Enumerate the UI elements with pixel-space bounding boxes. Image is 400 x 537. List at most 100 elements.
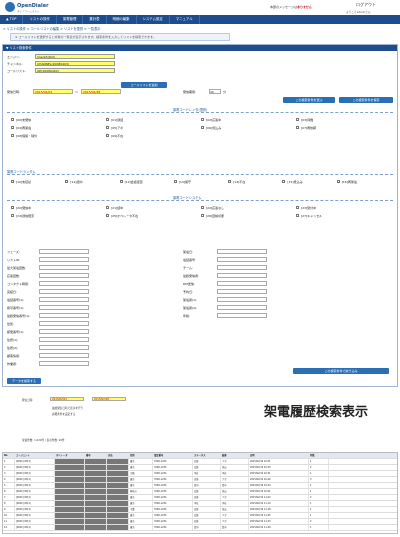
date-from-input[interactable]: 2015/02/01 <box>33 89 73 94</box>
code-checkbox[interactable] <box>282 180 286 183</box>
table-cell: 1 <box>3 459 15 464</box>
channel-select[interactable]: CHANNEL(20080403) <box>35 61 115 66</box>
code-checkbox[interactable] <box>296 126 299 129</box>
code-checkbox[interactable] <box>296 118 299 121</box>
table-cell: 12 <box>3 525 15 530</box>
run-search-button[interactable]: データを検索する <box>7 378 41 384</box>
code-checkbox[interactable] <box>65 180 69 183</box>
field-input[interactable] <box>39 297 89 302</box>
table-cell: 2015/02/12 11:10 <box>249 501 309 506</box>
code-checkbox[interactable] <box>106 206 109 209</box>
code-checkbox[interactable] <box>106 118 109 121</box>
code-label: [22]応答なし <box>206 205 225 210</box>
table-cell <box>85 483 107 488</box>
field-input[interactable] <box>39 321 89 326</box>
code-label: [15]見込み <box>287 179 303 184</box>
code-checkbox[interactable] <box>201 206 204 209</box>
field-input[interactable] <box>39 289 89 294</box>
table-cell: 応答 <box>193 513 221 518</box>
code-checkbox[interactable] <box>11 134 14 137</box>
table-cell: Y090-1234 <box>153 501 193 506</box>
code-checkbox[interactable] <box>11 180 14 183</box>
table-cell: 1 <box>309 483 329 488</box>
code-checkbox[interactable] <box>201 118 204 121</box>
period-input[interactable]: 40 <box>209 89 221 94</box>
field-input[interactable] <box>39 337 89 342</box>
code-checkbox[interactable] <box>11 214 14 217</box>
field-input-right[interactable] <box>217 313 267 318</box>
result-date-to[interactable]: 2015/02/28 <box>92 397 126 401</box>
nav-item-settings[interactable]: システム設定 <box>137 15 170 24</box>
field-input-right[interactable] <box>217 297 267 302</box>
code-checkbox[interactable] <box>11 206 14 209</box>
main-nav: ▲ TOP リストの操作 架電管理 集計表 明細の編集 システム設定 マニュアル <box>0 15 400 24</box>
table-cell: 応答 <box>193 465 221 470</box>
agent-select[interactable]: Client3(0UI) <box>35 54 115 59</box>
clear-condition-button[interactable]: この検索条件を選ぶ <box>283 97 335 103</box>
list-select[interactable]: OP(20080404) <box>35 68 115 73</box>
add-list-button[interactable]: コールリストを追加 <box>121 82 167 88</box>
field-input[interactable] <box>39 273 89 278</box>
table-cell: アポ <box>221 519 249 524</box>
result-date-from[interactable]: 2015/02/01 <box>50 397 84 401</box>
field-input[interactable] <box>39 305 89 310</box>
column-header: 結果 <box>221 453 249 458</box>
save-condition-button[interactable]: この検索条件を保存 <box>339 97 393 103</box>
table-cell: 2015/02/12 10:21 <box>249 459 309 464</box>
code-checkbox[interactable] <box>296 206 299 209</box>
filter-button[interactable]: この検索条件で絞り込み <box>293 368 389 374</box>
nav-item-stats[interactable]: 集計表 <box>83 15 107 24</box>
code-checkbox[interactable] <box>106 134 109 137</box>
table-cell: 東京 <box>129 525 153 530</box>
agent-label: エンジン: <box>7 55 21 59</box>
field-input[interactable] <box>39 353 89 358</box>
nav-item-manual[interactable]: マニュアル <box>170 15 200 24</box>
column-header: ステータス <box>193 453 221 458</box>
table-cell: 不在 <box>221 501 249 506</box>
field-input-right[interactable] <box>217 257 267 262</box>
code-checkbox[interactable] <box>296 214 299 217</box>
code-checkbox[interactable] <box>11 118 14 121</box>
logout-link[interactable]: ログアウト <box>356 2 376 8</box>
code-checkbox[interactable] <box>106 126 109 129</box>
field-input-right[interactable] <box>217 265 267 270</box>
field-input[interactable] <box>39 361 89 366</box>
field-input-right[interactable] <box>217 289 267 294</box>
table-cell <box>85 495 107 500</box>
nav-item-top[interactable]: ▲ TOP <box>0 15 24 24</box>
field-input[interactable] <box>39 265 89 270</box>
nav-item-call[interactable]: 架電管理 <box>57 15 84 24</box>
table-cell: 2015/02/12 10:44 <box>249 483 309 488</box>
code-checkbox[interactable] <box>228 180 232 183</box>
field-input[interactable] <box>39 345 89 350</box>
nav-item-list[interactable]: リストの操作 <box>23 15 57 24</box>
app-header: OpenDialer ダイアラーシステム 本部のメッセージはありません ログアウ… <box>0 0 400 14</box>
field-label: 性別: <box>7 322 15 326</box>
date-to-input[interactable]: 2015/02/28 <box>81 89 121 94</box>
field-input[interactable] <box>39 329 89 334</box>
field-input-right[interactable] <box>217 281 267 286</box>
table-cell <box>107 459 129 464</box>
field-input[interactable] <box>39 257 89 262</box>
code-checkbox[interactable] <box>201 126 204 129</box>
field-input-right[interactable] <box>217 273 267 278</box>
field-input-right[interactable] <box>217 249 267 254</box>
field-label-right: 最終発信者: <box>183 274 200 278</box>
table-cell: 1 <box>309 489 329 494</box>
code-checkbox[interactable] <box>11 126 14 129</box>
table-cell: 1 <box>309 513 329 518</box>
nav-item-details[interactable]: 明細の編集 <box>107 15 137 24</box>
code-checkbox[interactable] <box>119 180 123 183</box>
table-cell: 3 <box>3 471 15 476</box>
code-checkbox[interactable] <box>336 180 340 183</box>
code-checkbox[interactable] <box>201 214 204 217</box>
field-input[interactable] <box>39 313 89 318</box>
field-input[interactable] <box>39 249 89 254</box>
code-label: [20]発信中 <box>16 205 32 210</box>
code-checkbox[interactable] <box>106 214 109 217</box>
field-input-right[interactable] <box>217 305 267 310</box>
field-input[interactable] <box>39 281 89 286</box>
table-cell <box>107 483 129 488</box>
table-row[interactable]: 12 [0001] OP(1) 東京 Y090-1234 話中 話中 2015/02/12 … <box>3 525 397 531</box>
code-checkbox[interactable] <box>173 180 177 183</box>
